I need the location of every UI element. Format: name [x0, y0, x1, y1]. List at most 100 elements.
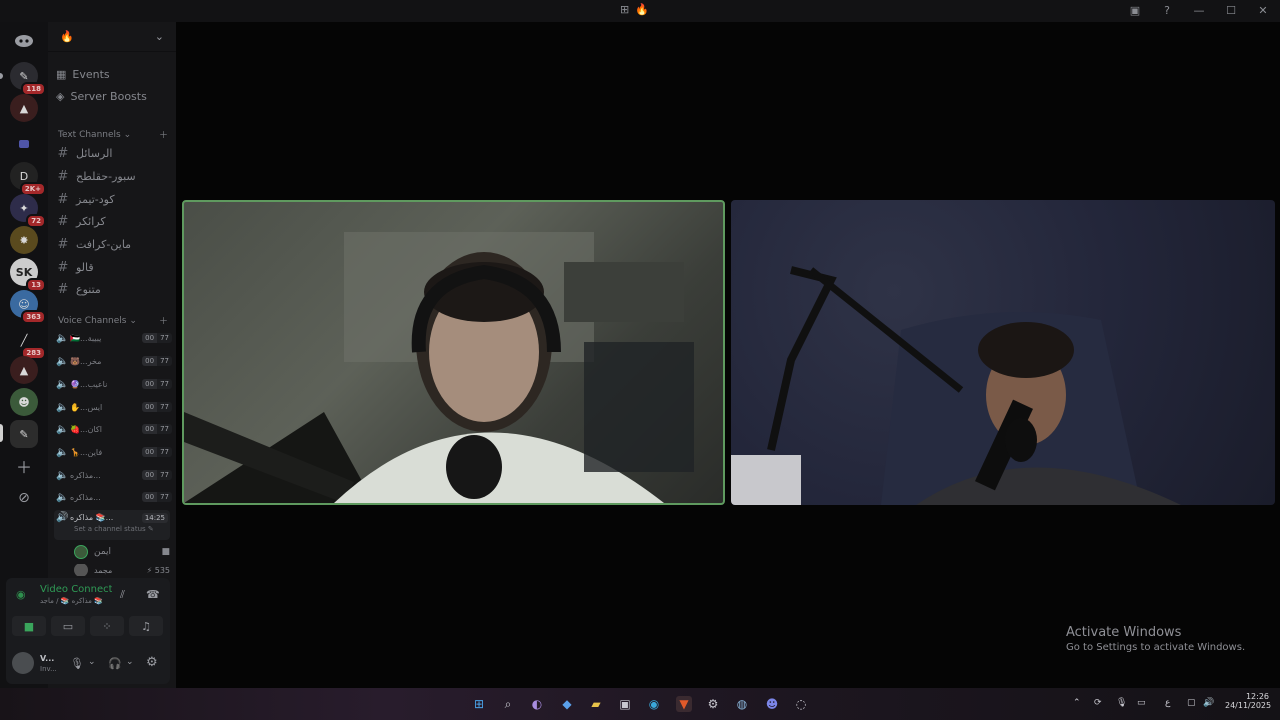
server-icon[interactable]: ✸	[10, 226, 38, 254]
server-icon[interactable]: ✦ 72	[10, 194, 46, 228]
store-icon[interactable]: ▣	[617, 696, 633, 712]
copilot-icon[interactable]: ◆	[559, 696, 575, 712]
text-channel[interactable]: # متنوع	[56, 279, 172, 299]
user-limit-counter: 00 77	[142, 333, 172, 343]
close-button[interactable]: ✕	[1254, 2, 1272, 18]
user-name[interactable]: V...	[40, 654, 54, 663]
explore-icon[interactable]: ⊘	[10, 484, 38, 512]
server-icon-selected[interactable]: ✎	[10, 420, 38, 448]
clock[interactable]: 12:26 24/11/2025	[1225, 692, 1271, 710]
active-voice-channel[interactable]: 🔊 مذاكره 📚... 14:25 Set a channel status…	[54, 510, 170, 540]
screen-share-icon[interactable]: ▣	[1126, 2, 1144, 18]
minimize-button[interactable]: —	[1190, 2, 1208, 18]
sync-icon[interactable]: ⟳	[1094, 698, 1102, 708]
speaker-icon: 🔈	[56, 446, 69, 458]
voice-member[interactable]: ايمن ■	[74, 542, 170, 562]
voice-channel[interactable]: 🔈 🇵🇸...يبيبة 00 77	[56, 328, 172, 348]
mention-badge: 363	[21, 310, 46, 324]
steam-icon[interactable]: ◍	[734, 696, 750, 712]
chevron-up-icon[interactable]: ⌃	[1073, 698, 1081, 708]
steam-settings-icon[interactable]: ⚙	[705, 696, 721, 712]
soundboard-button[interactable]: ♫	[129, 616, 163, 636]
start-icon[interactable]: ⊞	[471, 696, 487, 712]
user-limit-counter: 00 77	[142, 470, 172, 480]
disconnect-icon[interactable]: ☎	[146, 588, 160, 601]
voice-channel[interactable]: 🔈 🦒...فاين 00 77	[56, 442, 172, 462]
screen-share-button[interactable]: ▭	[51, 616, 85, 636]
voice-channels-category[interactable]: Voice Channels ⌄ ＋	[58, 314, 168, 328]
video-tile[interactable]	[731, 200, 1275, 505]
avatar	[74, 564, 88, 576]
signal-icon[interactable]: ◉	[16, 588, 26, 601]
search-icon[interactable]: ⌕	[500, 696, 516, 712]
headphones-icon[interactable]: 🎧	[108, 657, 122, 670]
video-tile-speaking[interactable]	[182, 200, 725, 505]
server-icon[interactable]: ☺ 363	[10, 290, 46, 324]
user-status: Inv...	[40, 665, 57, 673]
avatar[interactable]	[12, 652, 34, 674]
gamepad-icon[interactable]: ◐	[529, 696, 545, 712]
voice-channel[interactable]: 🔈 🐻...مخر 00 77	[56, 351, 172, 371]
text-channel[interactable]: # الرسائل	[56, 143, 172, 163]
chevron-down-icon[interactable]: ⌄	[126, 657, 134, 667]
voice-channel[interactable]: 🔈 مذاكره... 00 77	[56, 487, 172, 507]
voice-channel[interactable]: 🔈 ✋...ايس 00 77	[56, 397, 172, 417]
unread-pill	[0, 73, 3, 79]
server-icon[interactable]: SK 13	[10, 258, 46, 292]
server-icon[interactable]: ✎ 118	[10, 62, 46, 96]
text-channel[interactable]: # ماين-كرافت	[56, 234, 172, 254]
network-icon[interactable]: ▢	[1187, 698, 1196, 708]
chevron-down-icon[interactable]: ⌄	[88, 657, 96, 667]
text-channels-category[interactable]: Text Channels ⌄ ＋	[58, 128, 168, 142]
server-icon[interactable]: ▲	[10, 356, 38, 384]
channel-label: مذاكره...	[70, 470, 101, 480]
windows-taskbar: ⊞ ⌕ ◐ ◆ ▰ ▣ ◉ ▼ ⚙ ◍ ☻ ◌ ⌃ ⟳ 🎙 ▭ ع ▢ 🔊 12…	[0, 688, 1280, 720]
discord-home-icon[interactable]	[10, 26, 38, 54]
server-header[interactable]: 🔥 ⌄	[48, 22, 176, 52]
volume-icon[interactable]: 🔊	[1203, 698, 1214, 708]
microphone-icon[interactable]: 🎙	[70, 657, 84, 670]
settings-gear-icon[interactable]: ⚙	[146, 655, 158, 670]
add-channel-icon[interactable]: ＋	[159, 128, 168, 141]
activities-button[interactable]: ⁘	[90, 616, 124, 636]
hash-icon: #	[57, 281, 69, 297]
server-icon[interactable]: D 2K+	[10, 162, 46, 196]
discord-taskbar-icon[interactable]: ☻	[764, 696, 780, 712]
language-indicator[interactable]: ع	[1165, 698, 1170, 708]
voice-channel[interactable]: 🔈 مذاكره... 00 77	[56, 465, 172, 485]
channel-status[interactable]: Set a channel status ✎	[54, 525, 170, 533]
text-channel[interactable]: # كود-تيمز	[56, 189, 172, 209]
display-icon[interactable]: ▭	[1137, 698, 1146, 708]
channel-label: ماين-كرافت	[76, 237, 132, 251]
add-channel-icon[interactable]: ＋	[159, 314, 168, 327]
edge-icon[interactable]: ◉	[646, 696, 662, 712]
maximize-button[interactable]: ☐	[1222, 2, 1240, 18]
hash-icon: #	[57, 236, 69, 252]
text-channel[interactable]: # كرائكر	[56, 211, 172, 231]
voice-member[interactable]: مجمد ⚡ 535	[74, 564, 170, 576]
server-icon[interactable]: ╱ 283	[10, 326, 46, 360]
help-icon[interactable]: ?	[1158, 2, 1176, 18]
current-count: 00	[142, 402, 158, 412]
folder-icon[interactable]	[10, 130, 38, 158]
add-server-icon[interactable]: ＋	[10, 452, 38, 480]
events-link[interactable]: ▦ Events	[56, 64, 172, 84]
hash-icon: #	[57, 168, 69, 184]
voice-channel[interactable]: 🔈 🔮...ناعيب 00 77	[56, 374, 172, 394]
server-boosts-link[interactable]: ◈ Server Boosts	[56, 86, 172, 106]
app-icon[interactable]: ◌	[793, 696, 809, 712]
speaker-icon: 🔈	[56, 423, 69, 435]
brave-icon[interactable]: ▼	[676, 696, 692, 712]
file-explorer-icon[interactable]: ▰	[588, 696, 604, 712]
camera-button[interactable]: ■	[12, 616, 46, 636]
text-channel[interactable]: # قالو	[56, 257, 172, 277]
microphone-tray-icon[interactable]: 🎙	[1116, 698, 1127, 708]
voice-channel[interactable]: 🔈 🍓...اكان 00 77	[56, 419, 172, 439]
text-channel[interactable]: # سبور-حقلطح	[56, 166, 172, 186]
server-icon[interactable]: ▲	[10, 94, 38, 122]
connection-status[interactable]: Video Connected	[40, 584, 112, 595]
noise-suppression-icon[interactable]: ⫽	[120, 588, 125, 602]
server-icon[interactable]: ☻	[10, 388, 38, 416]
current-count: 00	[142, 447, 158, 457]
connection-channel[interactable]: مذاكره 📚 / ماجد 📚	[40, 597, 112, 605]
